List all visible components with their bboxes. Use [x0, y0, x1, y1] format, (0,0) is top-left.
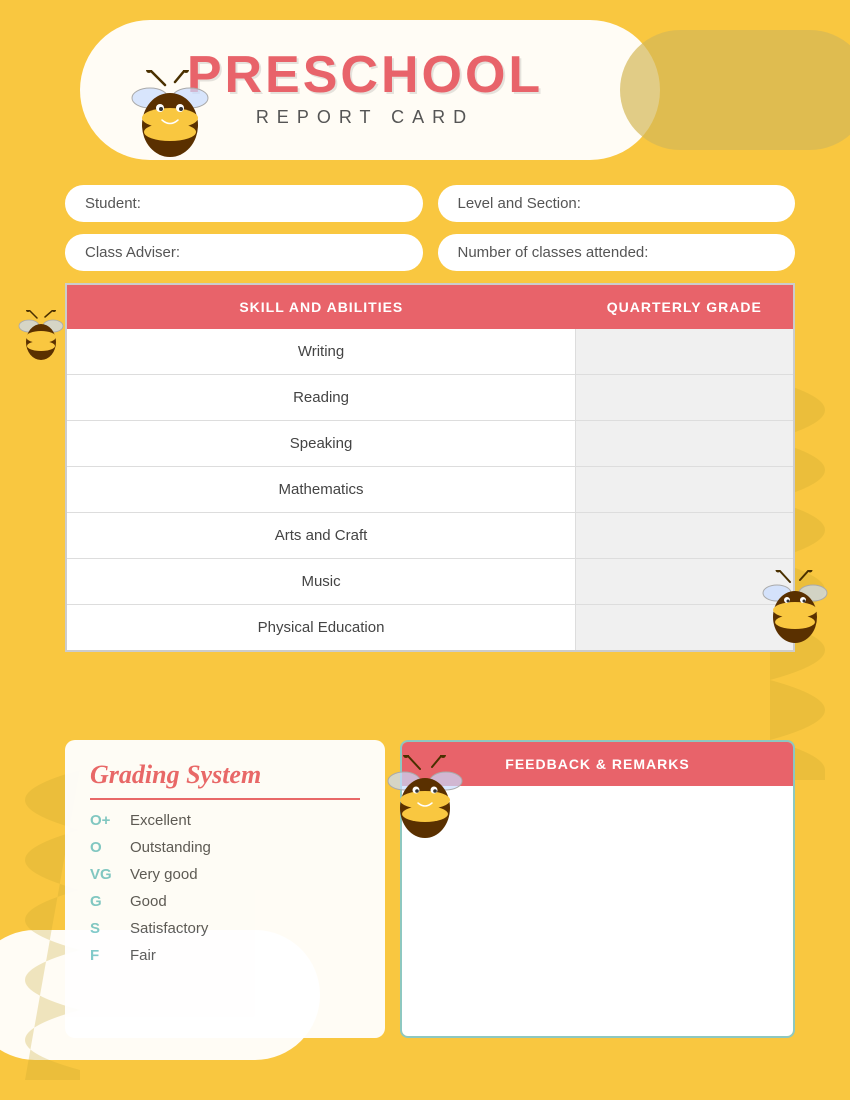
grade-code: O+ [90, 812, 130, 829]
grade-code: G [90, 893, 130, 910]
grading-title: Grading System [90, 760, 360, 790]
skill-cell: Music [66, 559, 576, 605]
grade-label: Good [130, 893, 167, 910]
grade-cell[interactable] [576, 513, 794, 559]
grade-label: Outstanding [130, 839, 211, 856]
skill-cell: Physical Education [66, 605, 576, 652]
level-field[interactable]: Level and Section: [438, 185, 796, 222]
info-row-2: Class Adviser: Number of classes attende… [65, 234, 795, 271]
classes-label: Number of classes attended: [458, 244, 649, 261]
bee-decoration-right-mid [755, 570, 835, 645]
adviser-field[interactable]: Class Adviser: [65, 234, 423, 271]
grade-code: VG [90, 866, 130, 883]
grade-item: VGVery good [90, 866, 360, 883]
page-title: PRESCHOOL [187, 45, 543, 105]
adviser-label: Class Adviser: [85, 244, 180, 261]
table-row: Arts and Craft [66, 513, 794, 559]
grade-code: O [90, 839, 130, 856]
info-row-1: Student: Level and Section: [65, 185, 795, 222]
grade-cell[interactable] [576, 421, 794, 467]
grade-label: Fair [130, 947, 156, 964]
level-label: Level and Section: [458, 195, 581, 212]
table-row: Writing [66, 329, 794, 375]
grade-cell[interactable] [576, 375, 794, 421]
grade-table: SKILL AND ABILITIES QUARTERLY GRADE Writ… [65, 283, 795, 652]
grade-label: Excellent [130, 812, 191, 829]
skill-cell: Writing [66, 329, 576, 375]
skill-cell: Mathematics [66, 467, 576, 513]
page-subtitle: REPORT CARD [256, 107, 474, 128]
table-row: Music [66, 559, 794, 605]
main-content: Student: Level and Section: Class Advise… [65, 185, 795, 652]
table-col-grade: QUARTERLY GRADE [576, 284, 794, 329]
table-row: Physical Education [66, 605, 794, 652]
skill-cell: Reading [66, 375, 576, 421]
grading-divider [90, 798, 360, 800]
bee-decoration-left-mid [15, 310, 70, 360]
classes-field[interactable]: Number of classes attended: [438, 234, 796, 271]
table-row: Speaking [66, 421, 794, 467]
grade-item: GGood [90, 893, 360, 910]
grade-list: O+ExcellentOOutstandingVGVery goodGGoodS… [90, 812, 360, 964]
skill-cell: Arts and Craft [66, 513, 576, 559]
grade-label: Very good [130, 866, 198, 883]
grading-system: Grading System O+ExcellentOOutstandingVG… [65, 740, 385, 1038]
grade-label: Satisfactory [130, 920, 208, 937]
page-background: PRESCHOOL REPORT CARD Student: Level and… [0, 0, 850, 1100]
grade-cell[interactable] [576, 467, 794, 513]
table-col-skills: SKILL AND ABILITIES [66, 284, 576, 329]
bee-decoration-top-left [120, 70, 220, 160]
grade-code: F [90, 947, 130, 964]
grade-item: SSatisfactory [90, 920, 360, 937]
table-row: Reading [66, 375, 794, 421]
table-row: Mathematics [66, 467, 794, 513]
student-label: Student: [85, 195, 141, 212]
grade-item: OOutstanding [90, 839, 360, 856]
grade-cell[interactable] [576, 329, 794, 375]
cloud-top-right [620, 30, 850, 150]
student-field[interactable]: Student: [65, 185, 423, 222]
skill-cell: Speaking [66, 421, 576, 467]
grade-code: S [90, 920, 130, 937]
grade-item: FFair [90, 947, 360, 964]
grade-item: O+Excellent [90, 812, 360, 829]
bee-decoration-bottom-mid [380, 755, 470, 840]
